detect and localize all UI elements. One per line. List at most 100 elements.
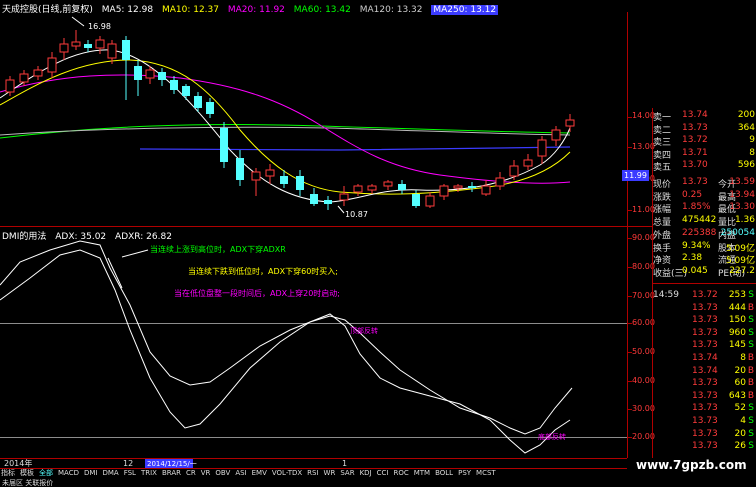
tick-row: 13.73 643 B <box>652 391 756 404</box>
order-book-row[interactable]: 卖二 13.73 364 <box>652 123 756 136</box>
candle-body <box>107 43 117 59</box>
quote-divider <box>652 283 756 284</box>
candle-body <box>339 193 349 201</box>
tick-price: 13.73 <box>692 416 718 426</box>
tick-volume: 253 <box>728 290 746 300</box>
tick-row: 13.73 52 S <box>652 403 756 416</box>
indicator-tab-mtm[interactable]: MTM <box>414 469 430 477</box>
candle-body <box>495 177 505 187</box>
order-price: 13.72 <box>682 135 708 145</box>
stat-label: 涨幅 <box>653 205 672 216</box>
tick-volume: 26 <box>734 441 746 452</box>
chart-canvas[interactable]: 16.98 10.87 2014年 12 2014/12/15/一 1 <box>0 0 652 487</box>
order-book-row[interactable]: 卖三 13.72 9 <box>652 135 756 148</box>
indicator-tab-brar[interactable]: BRAR <box>162 469 181 477</box>
indicator-tab-asi[interactable]: ASI <box>235 469 246 477</box>
stat-label: 现价 <box>653 180 672 190</box>
tick-price: 13.73 <box>692 428 718 439</box>
indicator-tab-psy[interactable]: PSY <box>458 469 471 477</box>
order-book-row[interactable]: 卖四 13.71 8 <box>652 148 756 161</box>
tick-side: B <box>747 353 754 363</box>
tick-volume: 20 <box>734 428 746 439</box>
candle-body <box>158 72 166 80</box>
tick-row: 13.73 60 B <box>652 378 756 391</box>
time-axis-mark: 1 <box>342 459 347 468</box>
stat-label: 外盘 <box>653 230 672 241</box>
time-axis-month: 12 <box>123 459 133 468</box>
tick-side: S <box>748 290 754 300</box>
candle-body <box>453 185 463 189</box>
high-price-label: 16.98 <box>88 22 111 31</box>
quote-stat-row: 收益(三) 0.045 PE(动) 227.2 <box>652 265 756 279</box>
note-start-signal: 当在低位盘整一段时间后，ADX上穿20时启动; <box>174 289 340 298</box>
indicator-tab-cr[interactable]: CR <box>186 469 196 477</box>
tick-time: 14:59 <box>653 290 679 300</box>
indicator-tab-wr[interactable]: WR <box>324 469 336 477</box>
tick-side: S <box>748 327 754 338</box>
stat-value-2: 5.09亿 <box>725 256 755 267</box>
candle-body <box>95 39 105 49</box>
indicator-tab-macd[interactable]: MACD <box>58 469 79 477</box>
stat-value: 475442 <box>682 215 717 226</box>
candle-body <box>398 184 406 190</box>
stat-value-2: 250054 <box>720 227 755 238</box>
indicator-tab-trix[interactable]: TRIX <box>141 469 157 477</box>
indicator-tab-emv[interactable]: EMV <box>252 469 267 477</box>
order-label: 卖四 <box>653 150 672 161</box>
note-top-reversal: 顶部反转 <box>350 327 378 335</box>
candle-body <box>425 195 435 207</box>
note-top-cross: 当连续上涨到高位时，ADX下穿ADXR <box>150 245 286 254</box>
stat-value-2: 13.30 <box>729 202 755 213</box>
indicator-tab-fsl[interactable]: FSL <box>124 469 136 477</box>
tick-row: 13.74 8 B <box>652 353 756 366</box>
indicator-tab-voltdx[interactable]: VOL-TDX <box>272 469 302 477</box>
indicator-tab-roc[interactable]: ROC <box>393 469 408 477</box>
indicator-tab-sar[interactable]: SAR <box>340 469 354 477</box>
candle-body <box>509 165 519 177</box>
candle-body <box>280 176 288 184</box>
high-pointer <box>71 16 85 27</box>
candle-body <box>565 119 575 127</box>
stat-value-2: 227.2 <box>729 265 755 276</box>
candle-body <box>19 73 29 83</box>
indicator-tab-[interactable]: 模板 <box>20 469 34 477</box>
stat-value-2: 5.09亿 <box>725 243 755 254</box>
current-price-tag: 11.99 <box>622 170 649 181</box>
indicator-tab-kdj[interactable]: KDJ <box>360 469 372 477</box>
indicator-tab-rsi[interactable]: RSI <box>307 469 318 477</box>
adxr-label: ADXR: 26.82 <box>115 232 172 242</box>
tick-price: 13.72 <box>692 290 718 300</box>
quote-stat-row: 现价 13.73 今开 13.59 <box>652 177 756 190</box>
tick-row: 13.73 150 S <box>652 315 756 328</box>
candle-body <box>182 86 190 96</box>
indicator-tab-[interactable]: 指标 <box>1 469 15 477</box>
tick-row: 13.74 20 B <box>652 366 756 379</box>
order-book-row[interactable]: 卖一 13.74 200 <box>652 110 756 123</box>
indicator-tab-dma[interactable]: DMA <box>102 469 118 477</box>
order-book-row[interactable]: 卖五 13.70 596 <box>652 160 756 173</box>
stat-value-2: 13.59 <box>729 177 755 187</box>
tick-volume: 4 <box>740 416 746 426</box>
order-price: 13.70 <box>682 160 708 170</box>
tick-side: S <box>748 403 754 414</box>
indicator-tab-[interactable]: 全部 <box>39 469 53 477</box>
indicator-tab-cci[interactable]: CCI <box>377 469 389 477</box>
tick-price: 13.73 <box>692 441 718 452</box>
note-buy-signal: 当连续下跌到低位时，ADX下穿60时买入; <box>188 267 338 276</box>
indicator-tab-vr[interactable]: VR <box>201 469 211 477</box>
adx-label: ADX: 35.02 <box>55 232 107 242</box>
indicator-tab-dmi[interactable]: DMI <box>84 469 98 477</box>
indicator-tab-obv[interactable]: OBV <box>215 469 230 477</box>
quote-stat-row: 换手 9.34% 股本 5.09亿 <box>652 240 756 254</box>
candle-body <box>145 69 155 79</box>
tick-price: 13.73 <box>692 302 718 313</box>
stat-value: 225388 <box>682 227 717 238</box>
indicator-tab-boll[interactable]: BOLL <box>435 469 453 477</box>
stat-value: 9.34% <box>682 240 711 251</box>
time-axis-date: 2014/12/15/一 <box>147 460 197 468</box>
candle-body <box>5 79 15 93</box>
stat-value-2: 13.94 <box>729 189 755 200</box>
tick-volume: 643 <box>728 390 746 401</box>
indicator-tab-mcst[interactable]: MCST <box>476 469 496 477</box>
candle-body <box>251 171 261 181</box>
